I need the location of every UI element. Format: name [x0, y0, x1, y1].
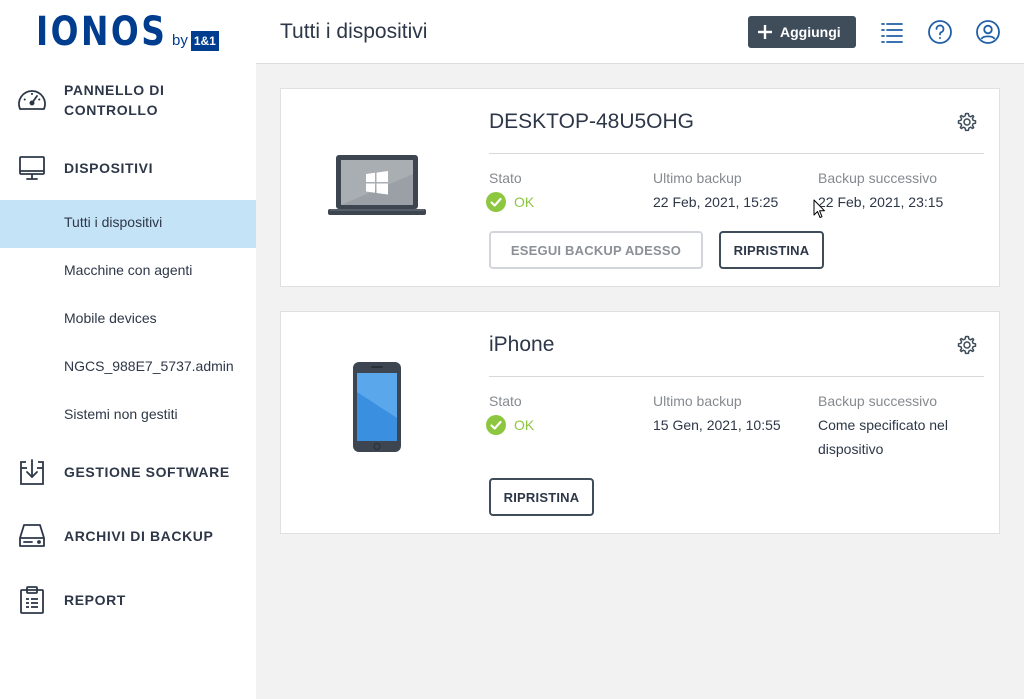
next-backup-line1: Come specificato nel — [818, 417, 948, 433]
help-icon[interactable] — [927, 19, 953, 45]
list-view-icon[interactable] — [879, 19, 905, 45]
sidebar-subitem-all-devices[interactable]: Tutti i dispositivi — [0, 200, 256, 248]
add-button[interactable]: Aggiungi — [748, 16, 856, 48]
sidebar-subitem-mobile-devices[interactable]: Mobile devices — [0, 296, 256, 344]
laptop-icon — [328, 155, 426, 215]
monitor-icon — [19, 156, 45, 180]
device-name: iPhone — [489, 333, 555, 356]
sidebar-item-backup-archives[interactable]: ARCHIVI DI BACKUP — [0, 516, 256, 556]
sidebar-item-report[interactable]: REPORT — [0, 580, 256, 620]
device-name: DESKTOP-48U5OHG — [489, 110, 695, 133]
sidebar-item-report-label: REPORT — [64, 592, 126, 608]
status-value: OK — [514, 417, 535, 433]
sidebar-item-devices-label: DISPOSITIVI — [64, 160, 154, 176]
settings-gear-icon[interactable] — [957, 335, 977, 355]
hard-drive-icon — [19, 524, 45, 547]
sidebar-item-dashboard[interactable]: PANNELLO DI CONTROLLO — [0, 80, 256, 122]
dashboard-label-line2: CONTROLLO — [64, 102, 159, 118]
next-backup-label: Backup successivo — [818, 393, 938, 409]
status-value: OK — [514, 194, 535, 210]
sidebar-item-devices[interactable]: DISPOSITIVI — [0, 148, 256, 188]
sidebar-subitem-label: Mobile devices — [64, 310, 157, 326]
logo-text: IONOS — [36, 9, 168, 55]
device-card-desktop: DESKTOP-48U5OHG Stato OK Ultimo backup 2… — [280, 88, 1000, 287]
smartphone-icon — [353, 362, 401, 452]
restore-label: RIPRISTINA — [503, 489, 580, 505]
sidebar-item-software-label: GESTIONE SOFTWARE — [64, 464, 230, 480]
next-backup-line2: dispositivo — [818, 441, 884, 457]
add-button-label: Aggiungi — [780, 24, 841, 40]
restore-label: RIPRISTINA — [733, 242, 810, 258]
last-backup-label: Ultimo backup — [653, 170, 742, 186]
next-backup-value: 22 Feb, 2021, 23:15 — [818, 194, 944, 210]
backup-now-label: ESEGUI BACKUP ADESSO — [510, 242, 682, 258]
sidebar-subitem-unmanaged-systems[interactable]: Sistemi non gestiti — [0, 392, 256, 440]
restore-button[interactable]: RIPRISTINA — [489, 478, 594, 516]
ionos-logo[interactable]: IONOS by 1&1 — [36, 12, 219, 52]
clipboard-icon — [20, 586, 44, 614]
sidebar-subitem-agent-machines[interactable]: Macchine con agenti — [0, 248, 256, 296]
top-header: Tutti i dispositivi Aggiungi — [256, 0, 1024, 64]
sidebar-subitem-label: Sistemi non gestiti — [64, 406, 178, 422]
sidebar-subitem-label: NGCS_988E7_5737.admin — [64, 358, 234, 374]
logo-partner: 1&1 — [190, 31, 219, 51]
mouse-cursor-icon — [813, 199, 825, 218]
sidebar-subitem-label: Tutti i dispositivi — [64, 214, 163, 230]
last-backup-value: 15 Gen, 2021, 10:55 — [653, 417, 781, 433]
next-backup-value: Come specificato nel dispositivo — [818, 413, 948, 461]
status-ok: OK — [486, 415, 534, 435]
status-ok: OK — [486, 192, 534, 212]
card-divider — [489, 153, 984, 154]
card-divider — [489, 376, 984, 377]
software-install-icon — [20, 459, 44, 485]
check-circle-icon — [486, 192, 506, 212]
settings-gear-icon[interactable] — [957, 112, 977, 132]
last-backup-label: Ultimo backup — [653, 393, 742, 409]
status-label: Stato — [489, 393, 522, 409]
check-circle-icon — [486, 415, 506, 435]
last-backup-value: 22 Feb, 2021, 15:25 — [653, 194, 779, 210]
sidebar-subitem-label: Macchine con agenti — [64, 262, 193, 278]
dashboard-label-line1: PANNELLO DI — [64, 82, 165, 98]
plus-icon — [758, 25, 772, 39]
page-title: Tutti i dispositivi — [280, 20, 428, 43]
sidebar-item-backup-archives-label: ARCHIVI DI BACKUP — [64, 528, 214, 544]
restore-button[interactable]: RIPRISTINA — [719, 231, 824, 269]
backup-now-button[interactable]: ESEGUI BACKUP ADESSO — [489, 231, 703, 269]
speedometer-icon — [18, 90, 46, 110]
sidebar-item-software-management[interactable]: GESTIONE SOFTWARE — [0, 452, 256, 492]
sidebar: IONOS by 1&1 PANNELLO DI CONTROLLO DISPO… — [0, 0, 256, 699]
sidebar-subitem-ngcs-admin[interactable]: NGCS_988E7_5737.admin — [0, 344, 256, 392]
logo-by: by — [172, 32, 188, 49]
user-account-icon[interactable] — [975, 19, 1001, 45]
status-label: Stato — [489, 170, 522, 186]
device-card-iphone: iPhone Stato OK Ultimo backup 15 Gen, 20… — [280, 311, 1000, 534]
next-backup-label: Backup successivo — [818, 170, 938, 186]
sidebar-item-dashboard-label: PANNELLO DI CONTROLLO — [64, 80, 164, 120]
